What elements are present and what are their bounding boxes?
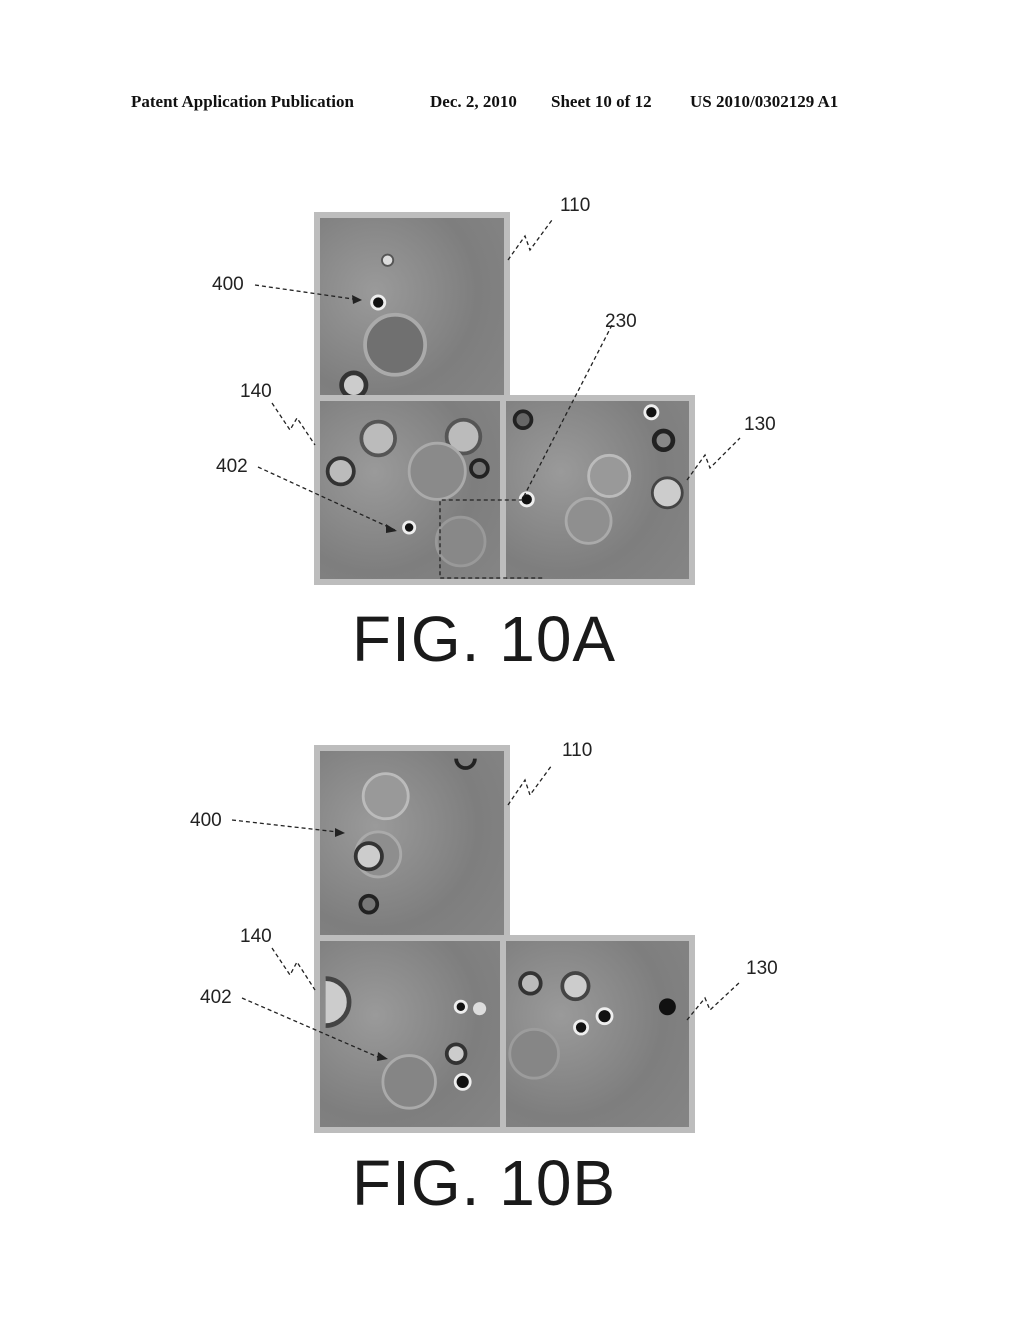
label-140: 140 bbox=[240, 381, 272, 402]
cell bbox=[473, 1002, 487, 1016]
cell bbox=[518, 971, 543, 996]
label-400: 400 bbox=[212, 274, 244, 295]
label-230: 230 bbox=[605, 311, 637, 332]
figure-caption: FIG. 10B bbox=[352, 1147, 617, 1219]
header-patent-number: US 2010/0302129 A1 bbox=[690, 92, 839, 111]
cell bbox=[363, 312, 428, 377]
cell bbox=[434, 515, 487, 568]
tile-cells bbox=[353, 758, 477, 915]
cell bbox=[573, 1019, 590, 1036]
cell bbox=[325, 976, 352, 1028]
cell bbox=[381, 253, 395, 267]
cell bbox=[587, 453, 632, 498]
header-date: Dec. 2, 2010 bbox=[430, 92, 517, 111]
label-110: 110 bbox=[560, 195, 591, 216]
label-402: 402 bbox=[216, 456, 248, 477]
label-140: 140 bbox=[240, 926, 272, 947]
label-130: 130 bbox=[746, 958, 778, 979]
image-tile-130 bbox=[500, 395, 695, 585]
cell bbox=[407, 441, 467, 501]
leader-140 bbox=[271, 947, 316, 991]
cell bbox=[650, 476, 684, 510]
cell-402 bbox=[402, 520, 417, 535]
cell bbox=[453, 999, 468, 1014]
label-130: 130 bbox=[744, 414, 776, 435]
cell bbox=[444, 1042, 468, 1065]
cell-400 bbox=[370, 294, 387, 311]
tile-cells bbox=[508, 971, 676, 1080]
tile-cells bbox=[325, 976, 487, 1110]
cell bbox=[358, 893, 380, 915]
image-tile-110 bbox=[314, 212, 510, 408]
cell bbox=[325, 456, 356, 487]
cell bbox=[564, 497, 613, 545]
header-sheet: Sheet 10 of 12 bbox=[551, 92, 652, 111]
cell bbox=[508, 1027, 560, 1080]
cell-400 bbox=[353, 841, 384, 872]
cell bbox=[361, 772, 410, 821]
leader-140 bbox=[271, 402, 316, 446]
cell bbox=[560, 971, 591, 1002]
cell bbox=[469, 458, 490, 479]
cell bbox=[453, 1072, 472, 1091]
cell bbox=[339, 370, 369, 400]
image-tile-130 bbox=[500, 935, 695, 1133]
label-110: 110 bbox=[562, 740, 593, 761]
cell bbox=[595, 1007, 614, 1026]
leader-110 bbox=[507, 764, 553, 806]
label-402: 402 bbox=[200, 987, 232, 1008]
cell-230 bbox=[518, 491, 535, 508]
header-publication: Patent Application Publication bbox=[131, 92, 354, 111]
cell bbox=[359, 419, 397, 458]
tile-cells bbox=[339, 253, 428, 400]
leader-110 bbox=[507, 219, 553, 261]
label-400: 400 bbox=[190, 810, 222, 831]
tile-cells bbox=[325, 417, 490, 568]
cell bbox=[454, 758, 477, 770]
cell bbox=[651, 428, 676, 453]
cell-402 bbox=[381, 1054, 437, 1110]
image-tile-140 bbox=[314, 935, 510, 1133]
tile-cells bbox=[512, 404, 684, 545]
cell bbox=[643, 404, 660, 421]
image-tile-140 bbox=[314, 395, 508, 585]
figure-caption: FIG. 10A bbox=[352, 603, 617, 675]
cell bbox=[512, 409, 534, 431]
image-tile-110 bbox=[314, 745, 510, 945]
cell bbox=[658, 998, 676, 1016]
